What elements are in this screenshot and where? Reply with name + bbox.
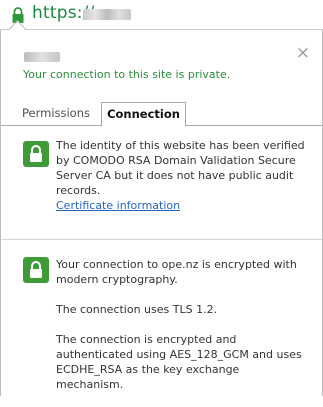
site-name-redacted	[24, 52, 60, 62]
encryption-summary: Your connection to ope.nz is encrypted w…	[56, 258, 297, 286]
private-connection-message: Your connection to this site is private.	[23, 68, 231, 81]
cipher-details-text: The connection is encrypted and authenti…	[56, 333, 302, 391]
lock-icon	[23, 257, 49, 283]
identity-description: The identity of this website has been ve…	[56, 139, 305, 197]
url-host-redacted	[83, 9, 131, 20]
certificate-information-link[interactable]: Certificate information	[56, 198, 180, 213]
site-info-popup: × Your connection to this site is privat…	[0, 20, 323, 396]
address-bar[interactable]: https://	[0, 0, 323, 30]
tab-permissions[interactable]: Permissions	[15, 102, 97, 126]
identity-text-block: The identity of this website has been ve…	[56, 138, 306, 213]
close-button[interactable]: ×	[296, 44, 310, 62]
tab-connection[interactable]: Connection	[101, 102, 186, 127]
encryption-section: Your connection to ope.nz is encrypted w…	[1, 241, 322, 396]
encryption-text-block: Your connection to ope.nz is encrypted w…	[56, 257, 306, 407]
identity-section: The identity of this website has been ve…	[1, 127, 322, 240]
tls-version-text: The connection uses TLS 1.2.	[56, 303, 218, 316]
tab-bar: Permissions Connection	[1, 100, 322, 127]
lock-icon	[23, 141, 49, 167]
